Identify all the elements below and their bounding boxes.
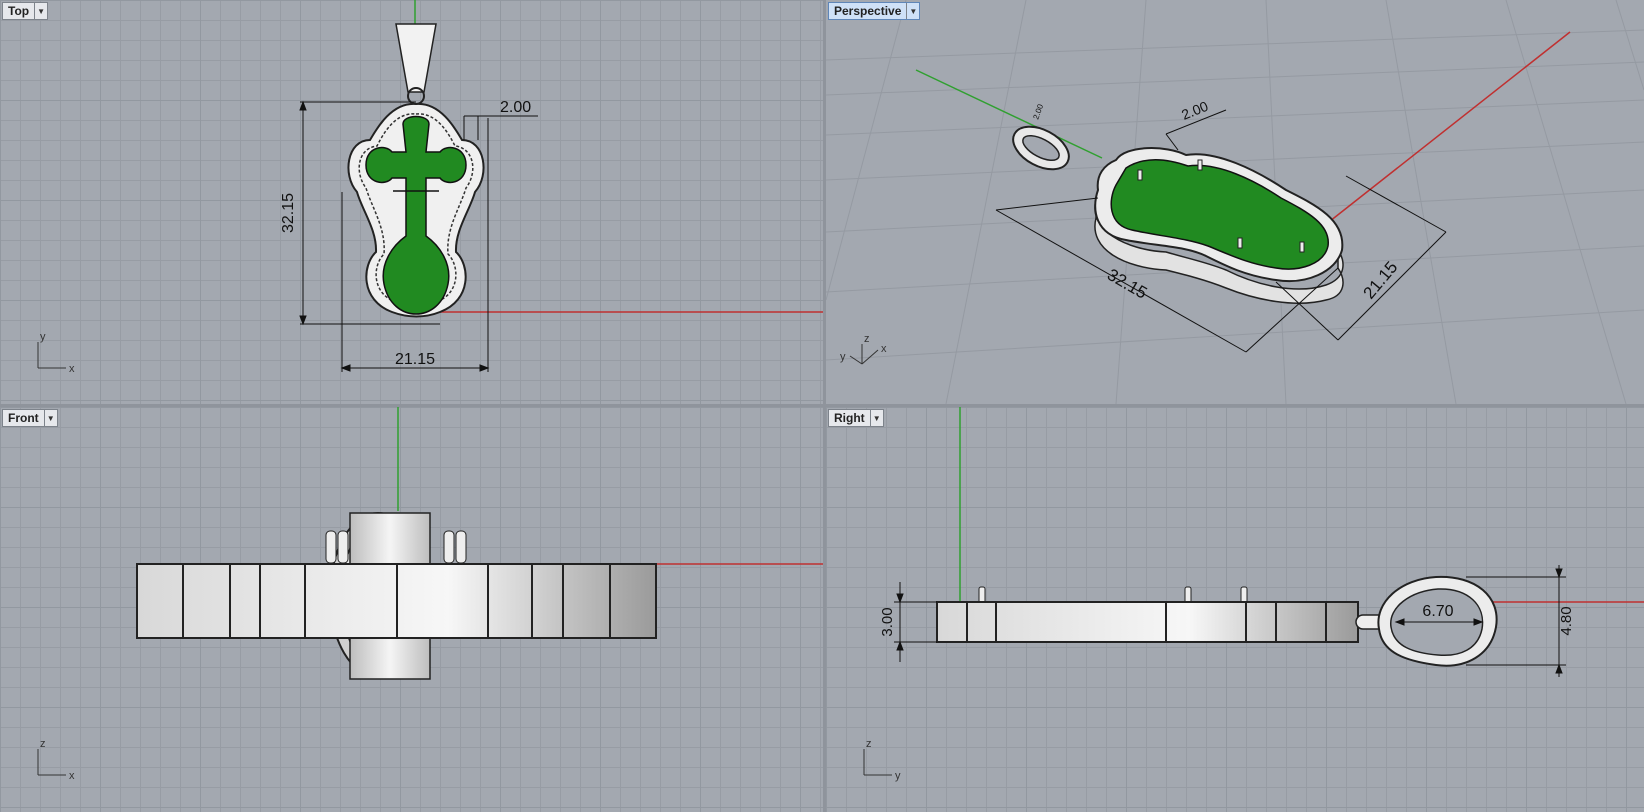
dimension-thickness [894,582,937,662]
axis-gizmo [863,749,892,776]
viewport-label: Perspective [834,4,902,18]
bail [395,23,437,93]
axis-z-label: z [40,738,46,750]
chevron-down-icon[interactable]: ▼ [906,3,919,19]
dim-length-label: 32.15 [1104,265,1150,303]
viewport-top[interactable]: Top ▼ 32.15 21.15 2.00 y x [0,0,823,404]
axis-gizmo [849,344,879,365]
axis-y-label: y [40,331,46,343]
pendant-body [936,601,1359,643]
front-scene: z x [37,407,823,782]
axis-z-label: z [866,738,872,750]
axis-y-label: y [840,351,846,363]
dim-height-label: 32.15 [280,193,297,233]
viewport-title-front[interactable]: Front ▼ [2,409,58,427]
dim-thickness-label: 3.00 [879,607,896,636]
viewport-title-right[interactable]: Right ▼ [828,409,884,427]
viewport-title-top[interactable]: Top ▼ [2,2,49,20]
y-axis-line [915,69,1103,159]
chevron-down-icon[interactable]: ▼ [34,3,47,19]
axis-x-label: x [69,770,75,782]
dimension-thickness [463,115,538,140]
viewport-perspective[interactable]: Perspective ▼ 32.15 21.15 2.00 2.00 z x … [826,0,1644,404]
dim-thickness-label: 2.00 [500,99,531,116]
dim-width-label: 21.15 [1360,258,1402,303]
axis-gizmo [37,749,66,776]
axis-x-label: x [69,363,75,375]
perspective-scene: 32.15 21.15 2.00 2.00 z x y [826,0,1644,404]
axis-x-label: x [881,343,887,355]
viewport-title-perspective[interactable]: Perspective ▼ [828,2,921,20]
dim-small-label: 2.00 [1031,102,1045,120]
prongs [978,586,1248,604]
viewport-right[interactable]: Right ▼ 3.00 6.70 4.80 z y [826,407,1644,812]
x-axis-line [1305,31,1571,241]
chevron-down-icon[interactable]: ▼ [869,410,883,426]
viewport-label: Right [834,411,865,425]
top-scene: 32.15 21.15 2.00 y x [37,0,823,375]
axis-y-label: y [895,770,901,782]
chevron-down-icon[interactable]: ▼ [43,410,57,426]
dim-width-label: 21.15 [395,351,435,368]
dim-loop-height-label: 4.80 [1558,606,1575,635]
dim-loop-length-label: 6.70 [1422,603,1453,620]
axis-z-label: z [864,333,870,345]
axis-gizmo [37,342,66,369]
right-scene: 3.00 6.70 4.80 z y [863,407,1644,782]
viewport-label: Top [8,4,30,18]
viewport-front[interactable]: Front ▼ z x [0,407,823,812]
viewport-label: Front [8,411,39,425]
